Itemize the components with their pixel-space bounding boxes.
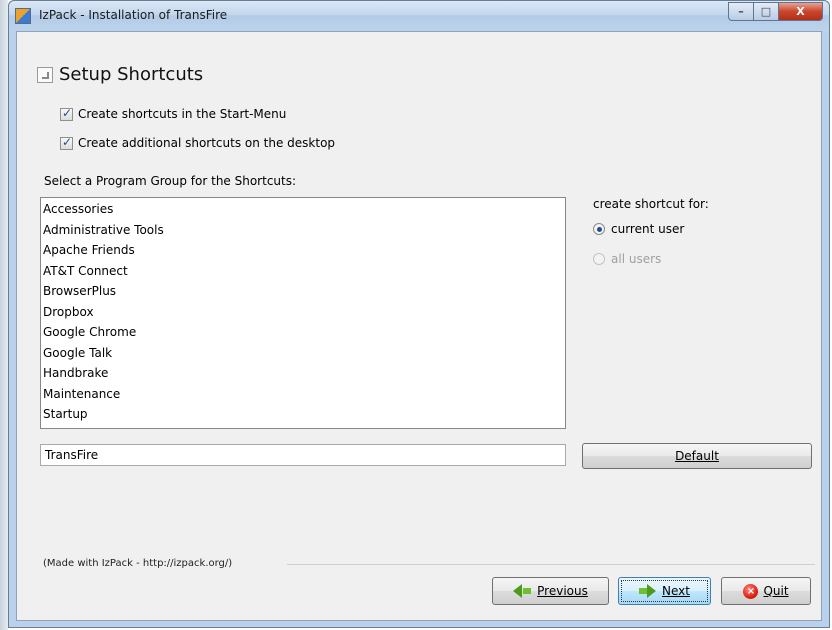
list-item[interactable]: Accessories (43, 199, 565, 220)
next-button[interactable]: Next (618, 577, 711, 605)
all-users-option: all users (593, 252, 661, 266)
list-item[interactable]: Google Chrome (43, 322, 565, 343)
panel-title: Setup Shortcuts (59, 64, 204, 85)
quit-button-label: Quit (763, 584, 789, 598)
quit-icon: × (743, 583, 759, 599)
minimize-button[interactable]: – (728, 2, 754, 21)
app-icon (15, 8, 31, 24)
made-with-text: (Made with IzPack - http://izpack.org/) (43, 558, 233, 569)
panel-client: Setup Shortcuts Create shortcuts in the … (16, 31, 822, 621)
installer-window: IzPack - Installation of TransFire – □ X… (8, 0, 830, 628)
next-button-label: Next (662, 584, 690, 598)
desktop-label: Create additional shortcuts on the deskt… (78, 136, 336, 150)
previous-button-label: Previous (537, 584, 588, 598)
all-users-radio (593, 253, 605, 265)
program-group-list[interactable]: Accessories Administrative Tools Apache … (40, 197, 566, 429)
quit-button[interactable]: × Quit (721, 577, 811, 605)
title-bar[interactable]: IzPack - Installation of TransFire – □ X (9, 1, 829, 31)
default-button[interactable]: Default (582, 443, 812, 469)
list-item[interactable]: Handbrake (43, 363, 565, 384)
desktop-strip (0, 0, 8, 630)
list-item[interactable]: Maintenance (43, 384, 565, 405)
list-item[interactable]: Google Talk (43, 343, 565, 364)
current-user-option[interactable]: current user (593, 222, 684, 236)
shortcut-icon (37, 66, 53, 83)
desktop-checkbox[interactable] (60, 135, 73, 150)
program-group-heading: Select a Program Group for the Shortcuts… (44, 174, 297, 188)
arrow-right-icon (647, 584, 657, 598)
arrow-left-icon-body (523, 588, 532, 594)
list-item[interactable]: Startup (43, 404, 565, 425)
previous-button[interactable]: Previous (492, 577, 609, 605)
start-menu-label: Create shortcuts in the Start-Menu (78, 107, 287, 121)
shortcut-for-label: create shortcut for: (593, 197, 709, 211)
list-item[interactable]: AT&T Connect (43, 261, 565, 282)
close-button[interactable]: X (779, 2, 823, 21)
list-item[interactable]: Apache Friends (43, 240, 565, 261)
current-user-label: current user (611, 222, 685, 236)
list-item[interactable]: Dropbox (43, 302, 565, 323)
maximize-button[interactable]: □ (754, 2, 779, 21)
arrow-left-icon (513, 584, 523, 598)
window-controls: – □ X (728, 2, 823, 21)
program-group-input[interactable]: TransFire (40, 444, 566, 466)
default-button-label: Default (675, 449, 719, 463)
start-menu-option[interactable]: Create shortcuts in the Start-Menu (60, 106, 287, 121)
footer-divider (287, 564, 815, 565)
current-user-radio[interactable] (593, 223, 605, 235)
start-menu-checkbox[interactable] (60, 106, 73, 121)
window-title: IzPack - Installation of TransFire (39, 8, 228, 22)
panel-header: Setup Shortcuts (37, 64, 203, 85)
list-item[interactable]: Administrative Tools (43, 220, 565, 241)
all-users-label: all users (611, 252, 662, 266)
desktop-option[interactable]: Create additional shortcuts on the deskt… (60, 135, 336, 150)
list-item[interactable]: BrowserPlus (43, 281, 565, 302)
arrow-right-icon-body (639, 588, 648, 594)
